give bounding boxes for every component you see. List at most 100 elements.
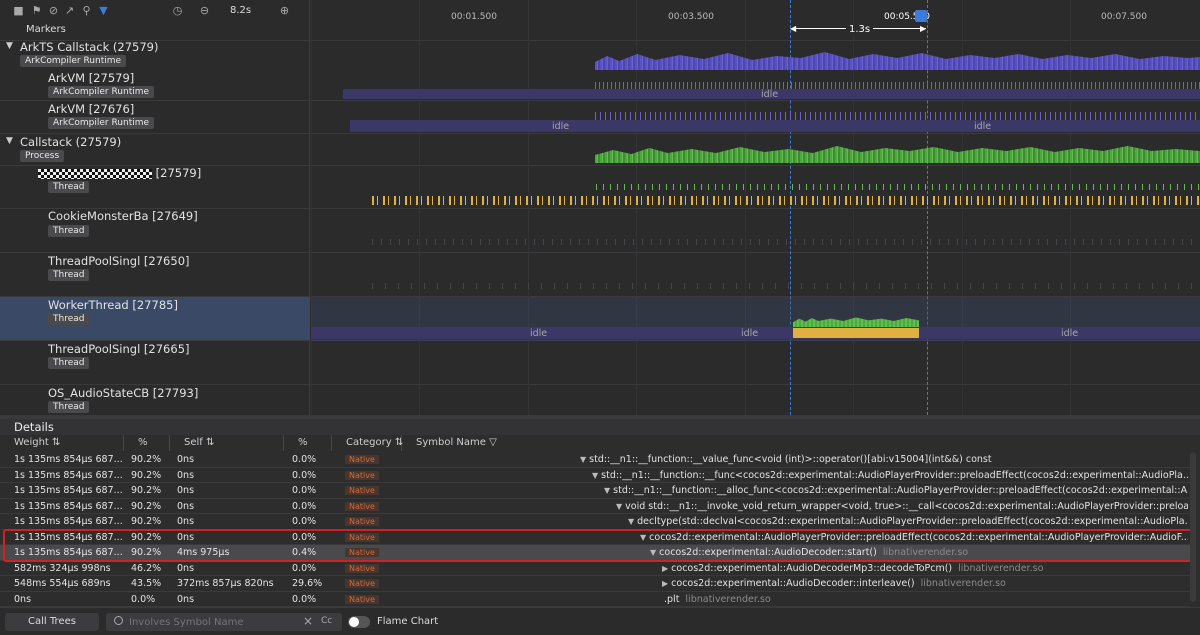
table-row[interactable]: 0ns 0.0% 0ns 0.0% Native .plt libnativerender.… — [0, 592, 1190, 607]
track-id: [27579] — [155, 166, 202, 180]
table-row[interactable]: 1s 135ms 854μs 687... 90.2% 0ns 0.0% Native ▼… — [0, 468, 1190, 483]
arkvm-27676-lane[interactable] — [350, 120, 1200, 132]
cell-percent: 90.2% — [131, 516, 162, 527]
cell-symbol: .plt libnativerender.so — [664, 592, 1188, 607]
symbol-name: void std::__n1::__invoke_void_return_wra… — [625, 500, 1188, 512]
cell-self: 0ns — [177, 469, 195, 481]
markers-label: Markers — [26, 24, 66, 35]
symbol-name: cocos2d::experimental::AudioDecoder::int… — [671, 578, 915, 589]
ruler-gridline — [419, 0, 420, 415]
cell-self-percent: 0.0% — [292, 562, 317, 574]
scrollbar[interactable] — [1190, 452, 1196, 602]
timeline-panel: ■ ⚑ ⊘ ↗ ⚲ ▼ ◷ ⊖ 8.2s ⊕ Markers ▼ ArkTS C… — [0, 0, 1200, 415]
cell-category: Native — [345, 499, 379, 514]
cell-symbol: ▼ decltype(std::declval<cocos2d::experime… — [628, 514, 1188, 529]
tick-label: 00:03.500 — [668, 12, 714, 22]
column-label: Weight — [14, 437, 49, 448]
cell-self-percent: 0.0% — [292, 485, 317, 496]
export-icon[interactable]: ↗ — [63, 4, 76, 17]
table-row[interactable]: 548ms 554μs 689ns 43.5% 372ms 857μs 820ns 2… — [0, 576, 1190, 592]
cell-self: 0ns — [177, 516, 195, 527]
chevron-down-icon[interactable]: ▼ — [604, 486, 610, 495]
cell-self-percent: 29.6% — [292, 578, 323, 589]
chevron-down-icon[interactable]: ▼ — [592, 471, 598, 480]
table-row[interactable]: 1s 135ms 854μs 687... 90.2% 0ns 0.0% Native ▼… — [0, 483, 1190, 499]
tick-label: 00:01.500 — [451, 12, 497, 22]
column-category[interactable]: Category ⇅ — [332, 435, 403, 451]
track-title: ThreadPoolSingl [27665] — [48, 342, 190, 356]
arkvm-27676-samples — [595, 112, 1200, 120]
symbol-search: × Cc — [106, 613, 342, 631]
search-icon — [114, 616, 123, 625]
flame-chart-toggle[interactable] — [348, 616, 370, 628]
category-badge: Native — [345, 486, 379, 495]
cell-self-percent: 0.0% — [292, 516, 317, 527]
table-row[interactable]: 1s 135ms 854μs 687... 90.2% 0ns 0.0% Native ▼… — [0, 452, 1190, 468]
column-self-percent[interactable]: % — [284, 435, 332, 451]
column-percent[interactable]: % — [124, 435, 170, 451]
table-row[interactable]: 1s 135ms 854μs 687... 90.2% 0ns 0.0% Native ▼… — [0, 514, 1190, 530]
filter-icon[interactable]: ▽ — [489, 437, 497, 448]
callstack-cpu-lane[interactable] — [595, 146, 1200, 163]
playhead-marker-icon[interactable] — [915, 10, 927, 22]
sort-icon[interactable]: ⇅ — [206, 437, 214, 448]
time-ruler[interactable]: 00:01.500 00:03.500 00:05.500 00:07.500 — [311, 0, 1200, 415]
chevron-down-icon[interactable]: ▼ — [628, 517, 634, 526]
chevron-down-icon[interactable]: ▼ — [616, 502, 622, 511]
cell-self: 0ns — [177, 593, 195, 605]
flame-chart-label: Flame Chart — [377, 616, 439, 627]
chevron-down-icon[interactable]: ▼ — [6, 41, 13, 51]
workerthread-slice[interactable] — [793, 328, 919, 338]
zoom-in-icon[interactable]: ⊕ — [278, 4, 291, 17]
arkts-cpu-lane[interactable] — [595, 52, 1200, 70]
square-icon[interactable]: ■ — [12, 4, 25, 17]
cell-self-percent: 0.0% — [292, 454, 317, 465]
zoom-out-icon[interactable]: ⊖ — [198, 4, 211, 17]
chevron-down-icon[interactable]: ▼ — [6, 136, 13, 146]
table-row[interactable]: 582ms 324μs 998ns 46.2% 0ns 0.0% Native ▶ coco… — [0, 561, 1190, 576]
track-title: WorkerThread [27785] — [48, 298, 178, 312]
cell-category: Native — [345, 483, 379, 498]
column-weight[interactable]: Weight ⇅ — [0, 435, 124, 451]
clear-icon[interactable]: ⊘ — [47, 4, 60, 17]
cell-self: 0ns — [177, 454, 195, 465]
close-icon[interactable]: × — [303, 614, 313, 628]
cell-symbol: ▶ cocos2d::experimental::AudioDecoderMp3:… — [662, 561, 1188, 576]
column-label: Self — [184, 437, 203, 448]
track-title: Callstack (27579) — [20, 135, 122, 149]
table-row[interactable]: 1s 135ms 854μs 687... 90.2% 0ns 0.0% Native ▼… — [0, 499, 1190, 514]
case-sensitive-toggle[interactable]: Cc — [321, 616, 332, 626]
track-tag: Thread — [48, 401, 90, 413]
threadpool-27650-lane[interactable] — [372, 283, 1200, 289]
search-input[interactable] — [129, 613, 299, 631]
symbol-name: std::__n1::__function::__value_func<void… — [589, 454, 992, 465]
column-self[interactable]: Self ⇅ — [170, 435, 284, 451]
idle-label: idle — [552, 121, 570, 132]
thread-27579-lane[interactable] — [372, 196, 1200, 205]
arkvm-27579-samples — [595, 82, 1200, 89]
library-name: libnativerender.so — [685, 593, 771, 605]
cookiemonster-lane[interactable] — [372, 239, 1200, 245]
arrow-right-icon: ▶ — [920, 24, 927, 33]
flag-icon[interactable]: ⚑ — [30, 4, 43, 17]
category-badge: Native — [345, 594, 379, 604]
column-symbol[interactable]: Symbol Name ▽ — [402, 435, 1190, 451]
call-trees-button[interactable]: Call Trees — [5, 613, 99, 631]
filter-icon[interactable]: ▼ — [97, 4, 110, 17]
cell-category: Native — [345, 468, 379, 483]
cell-self-percent: 0.0% — [292, 593, 317, 605]
toggle-knob — [349, 617, 359, 627]
cell-percent: 90.2% — [131, 500, 162, 512]
clock-icon[interactable]: ◷ — [171, 4, 184, 17]
chevron-right-icon[interactable]: ▶ — [662, 579, 668, 588]
track-title: ArkVM [27676] — [48, 102, 135, 116]
cell-weight: 0ns — [14, 593, 32, 605]
library-name: libnativerender.so — [920, 578, 1006, 589]
search-icon[interactable]: ⚲ — [80, 4, 93, 17]
chevron-down-icon[interactable]: ▼ — [580, 455, 586, 464]
chevron-right-icon[interactable]: ▶ — [662, 564, 668, 573]
sort-icon[interactable]: ⇅ — [52, 437, 60, 448]
track-tag: Process — [20, 150, 65, 162]
category-badge: Native — [345, 470, 379, 480]
thread-27579-samples — [596, 184, 1200, 190]
